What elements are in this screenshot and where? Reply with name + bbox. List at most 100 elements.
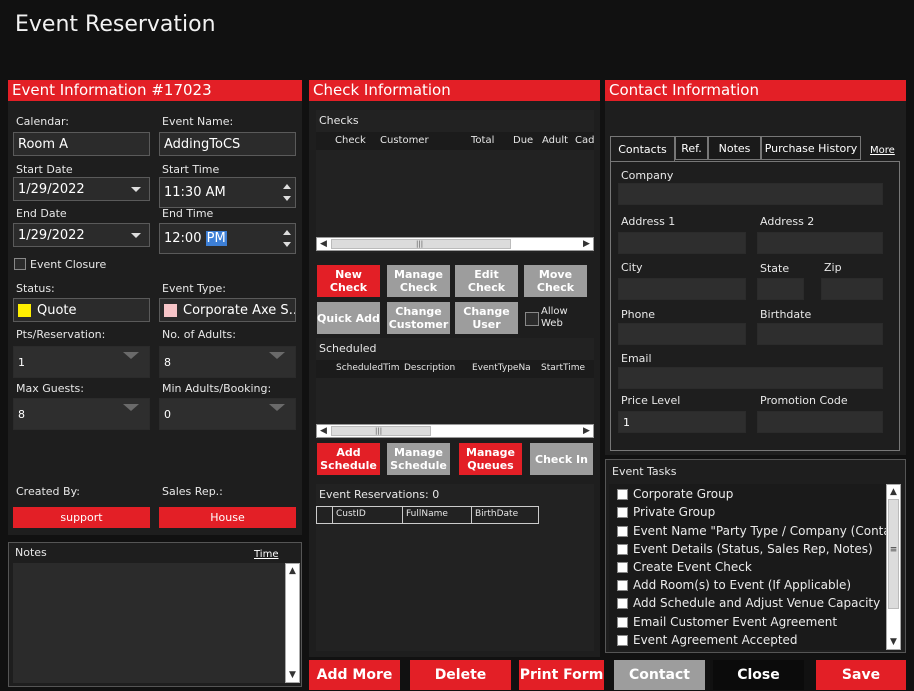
max-guests-label: Max Guests: xyxy=(16,382,84,395)
task-checkbox[interactable] xyxy=(617,561,628,573)
end-time-input[interactable]: 12:00 PM xyxy=(159,223,296,254)
quick-add-button[interactable]: Quick Add xyxy=(317,302,380,334)
save-button[interactable]: Save xyxy=(816,660,906,690)
task-checkbox[interactable] xyxy=(617,488,628,500)
task-checkbox[interactable] xyxy=(617,597,628,609)
price-level-input[interactable]: 1 xyxy=(618,411,746,433)
address2-input[interactable] xyxy=(757,232,883,254)
promotion-code-input[interactable] xyxy=(757,411,883,433)
city-label: City xyxy=(621,261,643,274)
column-header: Description xyxy=(404,363,456,373)
manage-schedule-button[interactable]: Manage Schedule xyxy=(387,443,450,475)
delete-button[interactable]: Delete xyxy=(410,660,511,690)
list-item[interactable]: Private Group xyxy=(617,505,715,519)
list-item[interactable]: Create Event Check xyxy=(617,560,752,574)
calendar-field[interactable]: Room A xyxy=(13,132,150,156)
scroll-up-icon[interactable]: ▲ xyxy=(286,566,299,576)
scroll-down-icon[interactable]: ▼ xyxy=(887,637,900,647)
max-guests-value: 8 xyxy=(18,407,25,421)
new-check-button[interactable]: New Check xyxy=(317,265,380,297)
event-type-label: Event Type: xyxy=(162,282,226,295)
notes-scrollbar[interactable]: ▲ ▼ xyxy=(285,563,300,683)
spin-up-icon[interactable] xyxy=(283,230,291,235)
task-checkbox[interactable] xyxy=(617,634,628,646)
calendar-value: Room A xyxy=(18,136,69,152)
pts-reservation-input[interactable]: 1 xyxy=(13,346,150,378)
phone-input[interactable] xyxy=(618,323,746,345)
column-header: BirthDate xyxy=(475,509,519,519)
min-adults-input[interactable]: 0 xyxy=(159,398,296,430)
scroll-right-icon[interactable]: ▶ xyxy=(580,425,593,437)
state-input[interactable] xyxy=(757,278,804,300)
manage-check-button[interactable]: Manage Check xyxy=(387,265,450,297)
status-value: Quote xyxy=(37,302,77,318)
contacts-tab-content: Company Address 1 Address 2 City State Z… xyxy=(610,161,900,451)
more-link[interactable]: More xyxy=(870,145,895,156)
sales-rep-button[interactable]: House xyxy=(159,507,296,528)
task-checkbox[interactable] xyxy=(617,506,628,518)
close-button[interactable]: Close xyxy=(713,660,804,690)
start-date-picker[interactable]: 1/29/2022 xyxy=(13,177,150,201)
list-item[interactable]: Event Name "Party Type / Company (Contac… xyxy=(617,524,886,538)
task-label: Event Name "Party Type / Company (Contac… xyxy=(633,524,886,538)
change-user-button[interactable]: Change User xyxy=(455,302,518,334)
contact-button[interactable]: Contact xyxy=(614,660,705,690)
check-in-button[interactable]: Check In xyxy=(530,443,593,475)
tab-purchase-history[interactable]: Purchase History xyxy=(761,136,861,160)
event-type-select[interactable]: Corporate Axe S... xyxy=(159,298,296,322)
company-input[interactable] xyxy=(618,183,883,205)
adults-input[interactable]: 8 xyxy=(159,346,296,378)
change-customer-button[interactable]: Change Customer xyxy=(387,302,450,334)
scroll-down-icon[interactable]: ▼ xyxy=(286,670,299,680)
email-input[interactable] xyxy=(618,367,883,389)
scroll-left-icon[interactable]: ◀ xyxy=(317,238,330,250)
spin-down-icon[interactable] xyxy=(283,242,291,247)
event-tasks-scrollbar[interactable]: ▲ ≡ ▼ xyxy=(886,484,901,650)
task-checkbox[interactable] xyxy=(617,525,628,537)
list-item[interactable]: Add Room(s) to Event (If Applicable) xyxy=(617,578,851,592)
manage-queues-button[interactable]: Manage Queues xyxy=(459,443,522,475)
add-schedule-button[interactable]: Add Schedule xyxy=(317,443,380,475)
zip-input[interactable] xyxy=(821,278,883,300)
allow-web-checkbox[interactable] xyxy=(525,312,539,326)
task-checkbox[interactable] xyxy=(617,543,628,555)
task-checkbox[interactable] xyxy=(617,579,628,591)
created-by-button[interactable]: support xyxy=(13,507,150,528)
tab-notes[interactable]: Notes xyxy=(708,136,761,160)
add-more-button[interactable]: Add More xyxy=(309,660,400,690)
pts-reservation-label: Pts/Reservation: xyxy=(16,328,106,341)
end-date-picker[interactable]: 1/29/2022 xyxy=(13,223,150,247)
list-item[interactable]: Corporate Group xyxy=(617,487,733,501)
list-item[interactable]: Email Customer Event Agreement xyxy=(617,615,837,629)
tab-contacts[interactable]: Contacts xyxy=(610,136,675,161)
time-link[interactable]: Time xyxy=(254,549,278,560)
spin-down-icon[interactable] xyxy=(283,196,291,201)
max-guests-input[interactable]: 8 xyxy=(13,398,150,430)
notes-textarea[interactable] xyxy=(13,563,285,683)
scroll-left-icon[interactable]: ◀ xyxy=(317,425,330,437)
list-item[interactable]: Event Agreement Accepted xyxy=(617,633,798,647)
spin-up-icon[interactable] xyxy=(283,184,291,189)
list-item[interactable]: Add Schedule and Adjust Venue Capacity xyxy=(617,596,880,610)
print-form-button[interactable]: Print Form xyxy=(519,660,604,690)
birthdate-input[interactable] xyxy=(757,323,883,345)
status-select[interactable]: Quote xyxy=(13,298,150,322)
event-name-input[interactable]: AddingToCS xyxy=(159,132,296,156)
list-item[interactable]: Event Details (Status, Sales Rep, Notes) xyxy=(617,542,873,556)
city-input[interactable] xyxy=(618,278,746,300)
address1-input[interactable] xyxy=(618,232,746,254)
scroll-right-icon[interactable]: ▶ xyxy=(580,238,593,250)
scroll-up-icon[interactable]: ▲ xyxy=(887,487,900,497)
task-checkbox[interactable] xyxy=(617,616,628,628)
contact-tabs: Contacts Ref. Notes Purchase History Mor… xyxy=(610,136,900,161)
adults-label: No. of Adults: xyxy=(162,328,236,341)
scheduled-hscrollbar[interactable]: ◀ ||| ▶ xyxy=(316,424,594,438)
column-header: ScheduledTim xyxy=(336,363,400,373)
start-time-input[interactable]: 11:30 AM xyxy=(159,177,296,208)
checks-hscrollbar[interactable]: ◀ ||| ▶ xyxy=(316,237,594,251)
tab-ref[interactable]: Ref. xyxy=(675,136,708,160)
event-closure-checkbox[interactable] xyxy=(14,258,26,270)
move-check-button[interactable]: Move Check xyxy=(524,265,587,297)
event-type-value: Corporate Axe S... xyxy=(183,302,296,318)
edit-check-button[interactable]: Edit Check xyxy=(455,265,518,297)
